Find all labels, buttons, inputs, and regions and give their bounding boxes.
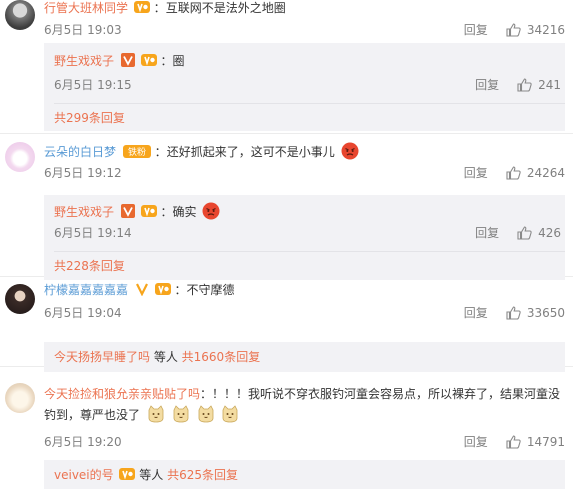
comment-actions: 回复 14791 (464, 434, 565, 450)
reply-date: 6月5日 19:14 (54, 226, 132, 240)
view-more-replies-link[interactable]: 共625条回复 (167, 468, 238, 482)
reply-box: 野生戏戏子 ：确实 6月5日 19:14 回复 426 共228条回复 (44, 195, 565, 280)
reply-button[interactable]: 回复 (464, 434, 488, 450)
like-button[interactable]: 34216 (506, 22, 565, 38)
comment-date: 6月5日 19:03 (44, 23, 122, 37)
comment-line: 钓到，尊严也没了 (44, 405, 239, 424)
like-count: 14791 (526, 435, 565, 449)
comment-actions: 回复 34216 (464, 22, 565, 38)
cat-emoji-icon (222, 405, 238, 423)
divider (54, 103, 565, 104)
reply-button[interactable]: 回复 (475, 77, 499, 93)
comment-item: 行管大班林同学 ：互联网不是法外之地圈 6月5日 19:03 回复 34216 … (0, 0, 573, 134)
commenter-name[interactable]: 今天捡捡和狼允亲亲贴贴了吗 (44, 387, 200, 401)
reply-box: veivei的号 等人 共625条回复 (44, 460, 565, 489)
like-button[interactable]: 33650 (506, 305, 565, 321)
avatar[interactable] (5, 142, 35, 172)
reply-button[interactable]: 回复 (475, 225, 499, 241)
cat-emoji-icon (173, 405, 189, 423)
reply-preview-line: 今天扬扬早睡了吗 等人 共1660条回复 (54, 350, 261, 364)
view-more-replies-link[interactable]: 共1660条回复 (182, 350, 261, 364)
comment-line: 云朵的白日梦 铁粉 ：还好抓起来了，这可不是小事儿 (44, 142, 359, 161)
reply-line: 野生戏戏子 ：圈 (54, 53, 185, 68)
comment-line: 今天捡捡和狼允亲亲贴贴了吗：！！！我听说不穿衣服钓河童会容易点，所以裸弃了，结果… (44, 387, 561, 401)
reply-preview-line: veivei的号 等人 共625条回复 (54, 468, 239, 482)
reply-preview-author[interactable]: veivei的号 (54, 468, 114, 482)
commenter-name[interactable]: 柠檬嘉嘉嘉嘉嘉 (44, 283, 128, 297)
comment-text: 还好抓起来了，这可不是小事儿 (166, 145, 335, 159)
reply-box: 今天扬扬早睡了吗 等人 共1660条回复 (44, 342, 565, 372)
comment-text-line-2: 钓到，尊严也没了 (44, 408, 141, 422)
like-button[interactable]: 14791 (506, 434, 565, 450)
commenter-name[interactable]: 行管大班林同学 (44, 1, 128, 15)
comment-date: 6月5日 19:20 (44, 435, 122, 449)
comment-line: 行管大班林同学 ：互联网不是法外之地圈 (44, 1, 286, 15)
cat-emoji-icon (198, 405, 213, 423)
like-button[interactable]: 426 (517, 225, 561, 241)
comment-actions: 回复 33650 (464, 305, 565, 321)
verified-v-icon (135, 283, 148, 296)
thumbs-up-icon (506, 435, 521, 449)
angry-face-emoji-icon (202, 202, 220, 220)
reply-date: 6月5日 19:15 (54, 78, 132, 92)
reply-line: 野生戏戏子 ：确实 (54, 202, 220, 221)
avatar[interactable] (5, 284, 35, 314)
comment-date: 6月5日 19:12 (44, 166, 122, 180)
reply-actions: 回复 241 (475, 77, 561, 93)
like-button[interactable]: 241 (517, 77, 561, 93)
vip-badge-icon (140, 205, 157, 217)
like-count: 241 (538, 78, 561, 92)
comment-line: 柠檬嘉嘉嘉嘉嘉 ：不守摩德 (44, 283, 235, 297)
verified-v-icon (120, 53, 135, 67)
reply-actions: 回复 426 (475, 225, 561, 241)
reply-author[interactable]: 野生戏戏子 (54, 54, 114, 68)
avatar[interactable] (5, 383, 35, 413)
view-more-replies-link[interactable]: 共228条回复 (54, 258, 125, 274)
commenter-name[interactable]: 云朵的白日梦 (44, 145, 116, 159)
avatar[interactable] (5, 0, 35, 30)
like-count: 33650 (526, 306, 565, 320)
view-more-replies-link[interactable]: 共299条回复 (54, 110, 125, 126)
vip-badge-icon (154, 283, 171, 295)
reply-author[interactable]: 野生戏戏子 (54, 205, 114, 219)
thumbs-up-icon (506, 166, 521, 180)
fan-badge-icon: 铁粉 (122, 145, 151, 158)
comment-text-line-1: ！！！我听说不穿衣服钓河童会容易点，所以裸弃了，结果河童没 (212, 387, 561, 401)
thumbs-up-icon (517, 226, 532, 240)
like-button[interactable]: 24264 (506, 165, 565, 181)
divider (54, 251, 565, 252)
vip-badge-icon (140, 54, 157, 66)
reply-button[interactable]: 回复 (464, 305, 488, 321)
comment-date: 6月5日 19:04 (44, 306, 122, 320)
reply-box: 野生戏戏子 ：圈 6月5日 19:15 回复 241 共299条回复 (44, 43, 565, 131)
like-count: 24264 (526, 166, 565, 180)
cat-emoji-icon (148, 405, 164, 423)
reply-button[interactable]: 回复 (464, 22, 488, 38)
reply-text: 确实 (172, 205, 197, 219)
comment-text: 互联网不是法外之地圈 (165, 1, 286, 15)
vip-badge-icon (133, 1, 150, 13)
thumbs-up-icon (517, 78, 532, 92)
thumbs-up-icon (506, 23, 521, 37)
comment-text: 不守摩德 (186, 283, 235, 297)
angry-face-emoji-icon (341, 142, 359, 160)
like-count: 426 (538, 226, 561, 240)
reply-text: 圈 (172, 54, 185, 68)
vip-badge-icon (119, 468, 136, 480)
thumbs-up-icon (506, 306, 521, 320)
fan-badge-label: 铁粉 (128, 146, 146, 158)
like-count: 34216 (526, 23, 565, 37)
reply-button[interactable]: 回复 (464, 165, 488, 181)
comment-actions: 回复 24264 (464, 165, 565, 181)
verified-v-icon (120, 204, 135, 218)
reply-preview-author[interactable]: 今天扬扬早睡了吗 (54, 350, 150, 364)
